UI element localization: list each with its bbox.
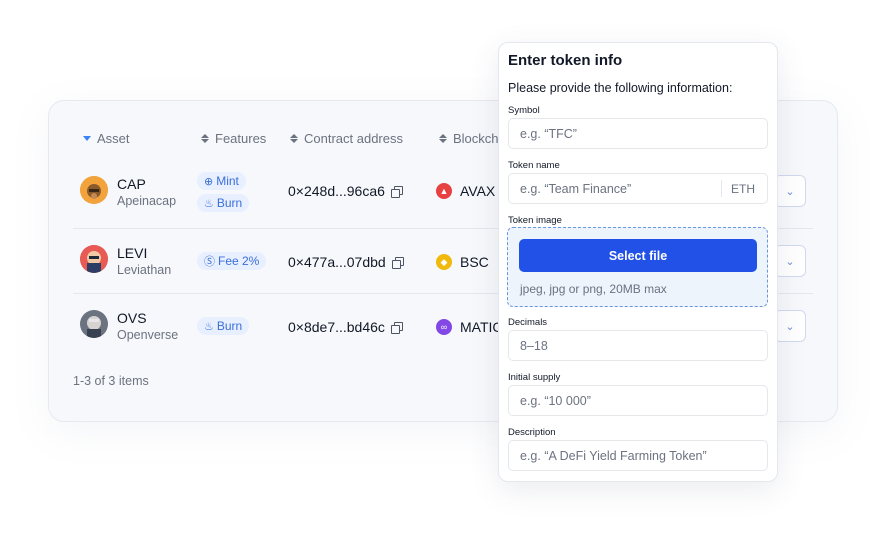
blockchain-cell: ∞ MATIC — [436, 319, 503, 335]
avatar — [80, 245, 108, 273]
copy-icon[interactable] — [390, 186, 403, 198]
feature-label: Mint — [216, 174, 239, 188]
feature-label: Fee 2% — [218, 254, 260, 268]
symbol-label: Symbol — [508, 105, 540, 116]
token-name-placeholder: e.g. “Team Finance” — [520, 181, 632, 196]
sort-icon — [290, 134, 298, 143]
dollar-circle-icon: Ⓢ — [204, 256, 215, 268]
feature-label: Burn — [216, 319, 243, 333]
network-suffix: ETH — [721, 180, 767, 197]
token-info-modal: Enter token info Please provide the foll… — [498, 42, 778, 482]
symbol-input[interactable]: e.g. “TFC” — [508, 118, 768, 149]
decimals-placeholder: 8–18 — [520, 338, 548, 353]
select-file-button[interactable]: Select file — [519, 239, 757, 272]
blockchain-label: AVAX — [460, 183, 496, 199]
token-name-input[interactable]: e.g. “Team Finance” ETH — [508, 173, 768, 204]
modal-subtitle: Please provide the following information… — [508, 81, 733, 95]
matic-icon: ∞ — [436, 319, 452, 335]
avatar — [80, 310, 108, 338]
contract-address: 0×8de7...bd46c — [288, 319, 403, 335]
blockchain-label: MATIC — [460, 319, 503, 335]
feature-badge-mint: ⊕ Mint — [197, 172, 246, 190]
avatar — [80, 176, 108, 204]
initial-supply-label: Initial supply — [508, 372, 561, 383]
token-image-dropzone[interactable]: Select file jpeg, jpg or png, 20MB max — [507, 227, 768, 307]
blockchain-cell: ▲ AVAX — [436, 183, 495, 199]
token-name-label: Token name — [508, 160, 560, 171]
decimals-input[interactable]: 8–18 — [508, 330, 768, 361]
description-input[interactable]: e.g. “A DeFi Yield Farming Token” — [508, 440, 768, 471]
initial-supply-placeholder: e.g. “10 000” — [520, 393, 591, 408]
contract-address-text: 0×8de7...bd46c — [288, 319, 385, 335]
flame-icon: ♨ — [204, 320, 214, 333]
column-header-asset-label: Asset — [97, 131, 130, 146]
column-header-blockchain-label: Blockch — [453, 131, 499, 146]
column-header-contract-label: Contract address — [304, 131, 403, 146]
description-placeholder: e.g. “A DeFi Yield Farming Token” — [520, 448, 707, 463]
copy-icon[interactable] — [391, 257, 404, 269]
expand-row-button[interactable]: ⌄ — [774, 310, 806, 342]
asset-name: Leviathan — [117, 263, 172, 277]
pagination-summary: 1-3 of 3 items — [73, 374, 149, 388]
description-label: Description — [508, 427, 556, 438]
column-header-features-label: Features — [215, 131, 267, 146]
feature-badge-burn: ♨ Burn — [197, 194, 250, 212]
blockchain-cell: ◆ BSC — [436, 254, 489, 270]
file-type-hint: jpeg, jpg or png, 20MB max — [520, 282, 667, 296]
avax-icon: ▲ — [436, 183, 452, 199]
chevron-down-icon: ⌄ — [785, 320, 795, 333]
asset-symbol: LEVI — [117, 245, 148, 261]
sort-icon — [439, 134, 447, 143]
initial-supply-input[interactable]: e.g. “10 000” — [508, 385, 768, 416]
asset-name: Apeinacap — [117, 194, 177, 208]
feature-badge-fee: Ⓢ Fee 2% — [197, 252, 267, 270]
contract-address: 0×477a...07dbd — [288, 254, 404, 270]
contract-address-text: 0×248d...96ca6 — [288, 183, 385, 199]
contract-address: 0×248d...96ca6 — [288, 183, 403, 199]
sort-icon — [201, 134, 209, 143]
blockchain-label: BSC — [460, 254, 489, 270]
copy-icon[interactable] — [390, 322, 403, 334]
chevron-down-icon: ⌄ — [785, 185, 795, 198]
column-header-features[interactable]: Features — [201, 131, 266, 146]
token-image-label: Token image — [508, 215, 562, 226]
sort-desc-icon — [83, 136, 91, 141]
column-header-blockchain[interactable]: Blockch — [439, 131, 499, 146]
symbol-placeholder: e.g. “TFC” — [520, 126, 577, 141]
chevron-down-icon: ⌄ — [785, 255, 795, 268]
asset-symbol: OVS — [117, 310, 147, 326]
column-header-contract[interactable]: Contract address — [290, 131, 403, 146]
modal-title: Enter token info — [508, 52, 623, 69]
feature-badge-burn: ♨ Burn — [197, 317, 250, 335]
expand-row-button[interactable]: ⌄ — [774, 175, 806, 207]
bsc-icon: ◆ — [436, 254, 452, 270]
asset-name: Openverse — [117, 328, 179, 342]
decimals-label: Decimals — [508, 317, 548, 328]
feature-label: Burn — [216, 196, 243, 210]
flame-icon: ♨ — [204, 197, 214, 210]
contract-address-text: 0×477a...07dbd — [288, 254, 386, 270]
plus-circle-icon: ⊕ — [204, 175, 214, 188]
asset-symbol: CAP — [117, 176, 146, 192]
column-header-asset[interactable]: Asset — [83, 131, 130, 146]
expand-row-button[interactable]: ⌄ — [774, 245, 806, 277]
